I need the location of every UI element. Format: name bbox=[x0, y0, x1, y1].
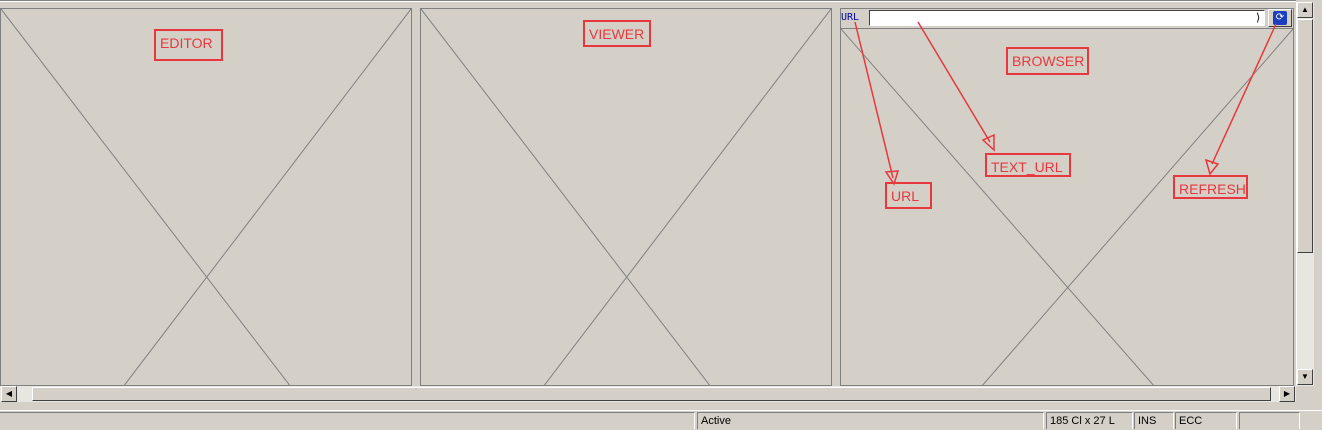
scroll-left-button[interactable]: ◀ bbox=[1, 386, 17, 402]
refresh-button[interactable]: ⟳ bbox=[1268, 9, 1292, 27]
callout-editor: EDITOR bbox=[154, 29, 223, 61]
url-input-end-glyph: ⟩ bbox=[1256, 11, 1261, 24]
callout-refresh: REFRESH bbox=[1173, 175, 1248, 199]
status-state: Active bbox=[697, 412, 1044, 429]
status-cell-extra bbox=[1239, 412, 1300, 429]
scroll-right-button[interactable]: ▶ bbox=[1279, 386, 1295, 402]
editor-placeholder-cross bbox=[1, 9, 411, 385]
callout-viewer: VIEWER bbox=[583, 20, 651, 47]
status-position: 185 Cl x 27 L bbox=[1046, 412, 1133, 429]
window-top-border bbox=[0, 0, 1296, 2]
status-mode: INS bbox=[1134, 412, 1174, 429]
horizontal-scrollbar-thumb[interactable] bbox=[32, 387, 1271, 401]
scroll-up-button[interactable]: ▲ bbox=[1297, 2, 1313, 18]
viewer-placeholder-cross bbox=[421, 9, 831, 385]
refresh-icon: ⟳ bbox=[1273, 11, 1287, 25]
callout-url: URL bbox=[885, 182, 932, 209]
editor-panel[interactable] bbox=[0, 8, 412, 386]
callout-text-url: TEXT_URL bbox=[985, 153, 1071, 177]
url-label: URL bbox=[841, 12, 860, 23]
url-input[interactable] bbox=[869, 10, 1265, 26]
scroll-down-button[interactable]: ▼ bbox=[1297, 369, 1313, 385]
vertical-scrollbar-thumb[interactable] bbox=[1297, 19, 1313, 253]
status-cell-empty bbox=[0, 412, 695, 429]
viewer-panel[interactable] bbox=[420, 8, 832, 386]
status-encoding: ECC bbox=[1175, 412, 1237, 429]
callout-browser: BROWSER bbox=[1006, 47, 1089, 75]
